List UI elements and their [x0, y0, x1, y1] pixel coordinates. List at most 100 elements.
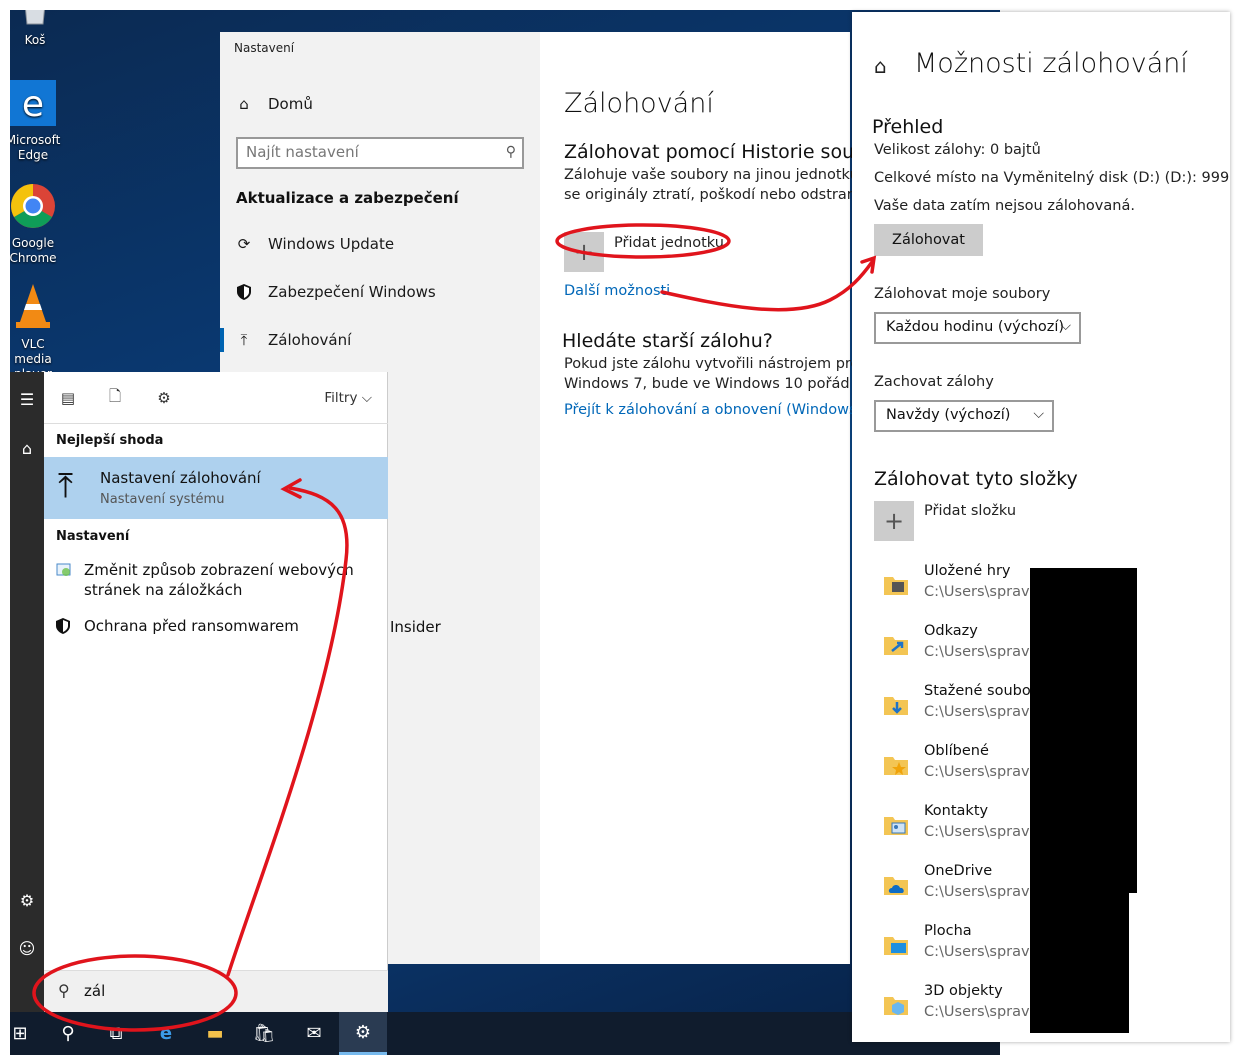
- backup-frequency-select[interactable]: Každou hodinu (výchozí) ⌵: [874, 312, 1081, 344]
- keep-backups-select[interactable]: Navždy (výchozí) ⌵: [874, 400, 1054, 432]
- settings-filter-icon[interactable]: ⚙: [154, 388, 174, 408]
- upload-arrow-icon: ⤒: [240, 331, 248, 349]
- start-search-box[interactable]: ⚲ zál: [44, 970, 388, 1012]
- selected-value: Každou hodinu (výchozí): [886, 319, 1065, 335]
- folder-name: Plocha: [924, 923, 972, 939]
- documents-filter-icon[interactable]: 🗋: [105, 387, 125, 408]
- search-icon[interactable]: ⚲: [44, 1012, 92, 1055]
- browser-settings-icon: [56, 562, 72, 578]
- desktop-icon-label: Google Chrome: [10, 236, 57, 265]
- filters-dropdown[interactable]: Filtry ⌵: [324, 390, 372, 406]
- search-query: zál: [84, 982, 106, 1000]
- result-label: Ochrana před ransomwarem: [84, 617, 299, 635]
- not-backed-up-text: Vaše data zatím nejsou zálohovaná.: [874, 198, 1135, 214]
- file-history-desc-2: se originály ztratí, poškodí nebo odstra…: [564, 187, 865, 203]
- backup-options-window: ⌂ Možnosti zálohování Přehled Velikost z…: [852, 12, 1230, 1042]
- best-match-item[interactable]: ⤒ Nastavení zálohování Nastavení systému: [44, 457, 388, 519]
- plus-icon: +: [573, 238, 595, 266]
- recycle-bin-icon: [10, 10, 66, 30]
- nav-item-insider-peek[interactable]: Insider: [390, 618, 441, 636]
- settings-gear-icon[interactable]: ⚙: [10, 885, 44, 915]
- desktop-icon-chrome[interactable]: Google Chrome: [10, 183, 64, 266]
- settings-search-input[interactable]: Najít nastavení ⚲: [236, 137, 524, 169]
- folder-path: C:\Users\spravce: [924, 884, 1047, 900]
- home-icon[interactable]: ⌂: [874, 54, 887, 78]
- desktop-icon-edge[interactable]: e Microsoft Edge: [10, 80, 64, 163]
- shield-icon: [56, 618, 72, 634]
- shield-icon: [236, 284, 252, 300]
- desktop-icon-label: Koš: [24, 33, 46, 47]
- start-menu-rail: ☰ ⌂ ⚙ ☺: [10, 372, 44, 1012]
- folder-path: C:\Users\spravce: [924, 944, 1047, 960]
- best-match-subtitle: Nastavení systému: [100, 492, 225, 507]
- folder-path: C:\Users\spravce: [924, 704, 1047, 720]
- nav-item-backup[interactable]: ⤒ Zálohování: [220, 320, 540, 360]
- add-drive-label[interactable]: Přidat jednotku: [614, 233, 724, 253]
- apps-filter-icon[interactable]: ▤: [58, 388, 78, 408]
- file-explorer-icon[interactable]: ▬: [191, 1012, 239, 1055]
- folder-path: C:\Users\spravce: [924, 1004, 1047, 1020]
- edge-icon[interactable]: e: [142, 1012, 190, 1055]
- result-tab-preview[interactable]: Změnit způsob zobrazení webových stránek…: [56, 560, 354, 600]
- redaction-block: [1030, 893, 1129, 1033]
- task-view-icon[interactable]: ⧉: [92, 1012, 140, 1055]
- result-ransomware-protection[interactable]: Ochrana před ransomwarem: [56, 616, 299, 636]
- chrome-icon: [10, 183, 64, 233]
- best-match-caption: Nejlepší shoda: [56, 433, 164, 448]
- desktop-icon-vlc[interactable]: VLC media player: [10, 282, 64, 382]
- search-placeholder: Najít nastavení: [246, 143, 359, 161]
- windows-start-icon[interactable]: ⊞: [0, 1012, 44, 1055]
- plus-icon: +: [883, 507, 905, 535]
- keep-backups-label: Zachovat zálohy: [874, 374, 994, 390]
- older-backup-heading: Hledáte starší zálohu?: [562, 330, 773, 352]
- desktop-icon-recycle-bin[interactable]: Koš: [10, 10, 66, 48]
- 3d-objects-folder-icon: [882, 991, 910, 1019]
- folder-name: Oblíbené: [924, 743, 989, 759]
- feedback-icon[interactable]: ☺: [10, 933, 44, 963]
- hamburger-menu-icon[interactable]: ☰: [10, 384, 44, 414]
- mail-icon[interactable]: ✉: [290, 1012, 338, 1055]
- chevron-down-icon: ⌵: [1060, 318, 1071, 334]
- folder-path: C:\Users\spravce: [924, 824, 1047, 840]
- edge-icon: e: [10, 80, 64, 130]
- nav-item-windows-security[interactable]: Zabezpečení Windows: [220, 272, 540, 312]
- total-space-text: Celkové místo na Vyměnitelný disk (D:) (…: [874, 170, 1230, 186]
- onedrive-folder-icon: [882, 871, 910, 899]
- upload-arrow-icon: ⤒: [58, 466, 74, 506]
- desktop-folder-icon: [882, 931, 910, 959]
- home-icon[interactable]: ⌂: [10, 433, 44, 463]
- settings-taskbar-icon[interactable]: ⚙: [339, 1012, 387, 1055]
- folder-name: Uložené hry: [924, 563, 1011, 579]
- folder-path: C:\Users\spravce: [924, 644, 1047, 660]
- file-history-desc-1: Zálohuje vaše soubory na jinou jednotku …: [564, 167, 886, 183]
- nav-section-heading: Aktualizace a zabezpečení: [236, 189, 459, 207]
- windows7-backup-link[interactable]: Přejít k zálohování a obnovení (Windows …: [564, 402, 876, 418]
- folders-heading: Zálohovat tyto složky: [874, 468, 1078, 490]
- add-folder-button[interactable]: +: [874, 501, 914, 541]
- add-folder-label[interactable]: Přidat složku: [924, 503, 1016, 519]
- svg-text:e: e: [22, 84, 44, 125]
- settings-results-caption: Nastavení: [56, 529, 130, 544]
- folder-path: C:\Users\spravce: [924, 764, 1047, 780]
- folder-name: Kontakty: [924, 803, 989, 819]
- nav-item-label: Windows Update: [268, 235, 395, 253]
- older-backup-desc-1: Pokud jste zálohu vytvořili nástrojem pr…: [564, 356, 881, 372]
- page-title: Možnosti zálohování: [914, 48, 1188, 79]
- nav-item-windows-update[interactable]: ⟳ Windows Update: [220, 224, 540, 264]
- favorites-folder-icon: [882, 751, 910, 779]
- more-options-link[interactable]: Další možnosti: [564, 283, 670, 299]
- store-icon[interactable]: 🛍: [240, 1012, 288, 1055]
- vlc-icon: [10, 282, 64, 334]
- saved-games-folder-icon: [882, 571, 910, 599]
- filters-label: Filtry: [324, 390, 358, 406]
- nav-item-home[interactable]: ⌂ Domů: [220, 84, 540, 124]
- folder-name: 3D objekty: [924, 983, 1003, 999]
- file-history-heading: Zálohovat pomocí Historie soubo: [564, 141, 878, 163]
- search-icon: ⚲: [505, 144, 516, 160]
- backup-my-files-label: Zálohovat moje soubory: [874, 286, 1051, 302]
- search-icon: ⚲: [58, 981, 70, 1000]
- nav-item-label: Domů: [268, 95, 313, 113]
- add-drive-button[interactable]: +: [564, 232, 604, 272]
- backup-now-button[interactable]: Zálohovat: [874, 224, 983, 256]
- nav-item-label: Zabezpečení Windows: [268, 283, 436, 301]
